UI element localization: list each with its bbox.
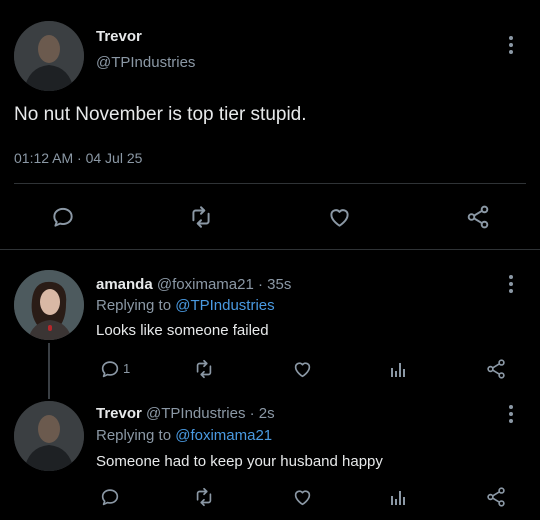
share-icon[interactable] (484, 485, 508, 509)
author-name[interactable]: Trevor (96, 405, 142, 422)
retweet-icon[interactable] (191, 485, 217, 509)
tweet-text: No nut November is top tier stupid. (14, 104, 307, 125)
replying-to: Replying to @TPIndustries (96, 297, 275, 314)
person-photo-icon (14, 401, 84, 471)
divider (14, 183, 526, 184)
replying-to-handle[interactable]: @foximama21 (175, 427, 272, 444)
more-options-icon[interactable] (508, 405, 514, 426)
person-photo-icon (14, 21, 84, 91)
retweet-icon[interactable] (186, 203, 216, 231)
more-options-icon[interactable] (508, 36, 514, 57)
author-name[interactable]: Trevor (96, 28, 142, 45)
person-photo-icon (14, 270, 84, 340)
retweet-icon[interactable] (191, 357, 217, 381)
replying-to-label: Replying to (96, 297, 172, 314)
author-meta: @TPIndustries · 2s (146, 405, 275, 422)
replying-to-handle[interactable]: @TPIndustries (175, 297, 274, 314)
reply-text: Looks like someone failed (96, 322, 269, 339)
avatar[interactable] (14, 401, 84, 471)
more-options-icon[interactable] (508, 275, 514, 296)
reply-header: Trevor @TPIndustries · 2s (96, 405, 275, 422)
divider (0, 249, 540, 250)
reply-count: 1 (123, 361, 131, 376)
avatar[interactable] (14, 21, 84, 91)
author-meta: @foximama21 · 35s (156, 276, 292, 293)
reply-icon[interactable] (98, 357, 122, 381)
like-icon[interactable] (290, 357, 314, 381)
avatar[interactable] (14, 270, 84, 340)
reply-header: amanda @foximama21 · 35s (96, 276, 291, 293)
like-icon[interactable] (325, 203, 353, 231)
share-icon[interactable] (464, 203, 492, 231)
bar-chart-icon[interactable] (387, 485, 411, 509)
bar-chart-icon[interactable] (387, 357, 411, 381)
author-handle[interactable]: @TPIndustries (96, 54, 195, 71)
replying-to: Replying to @foximama21 (96, 427, 272, 444)
replying-to-label: Replying to (96, 427, 172, 444)
tweet-timestamp: 01:12 AM · 04 Jul 25 (14, 150, 143, 166)
reply-icon[interactable] (49, 203, 77, 231)
share-icon[interactable] (484, 357, 508, 381)
reply-text: Someone had to keep your husband happy (96, 453, 383, 470)
thread-line (48, 343, 50, 399)
like-icon[interactable] (290, 485, 314, 509)
author-name[interactable]: amanda (96, 276, 153, 293)
reply-icon[interactable] (98, 485, 122, 509)
